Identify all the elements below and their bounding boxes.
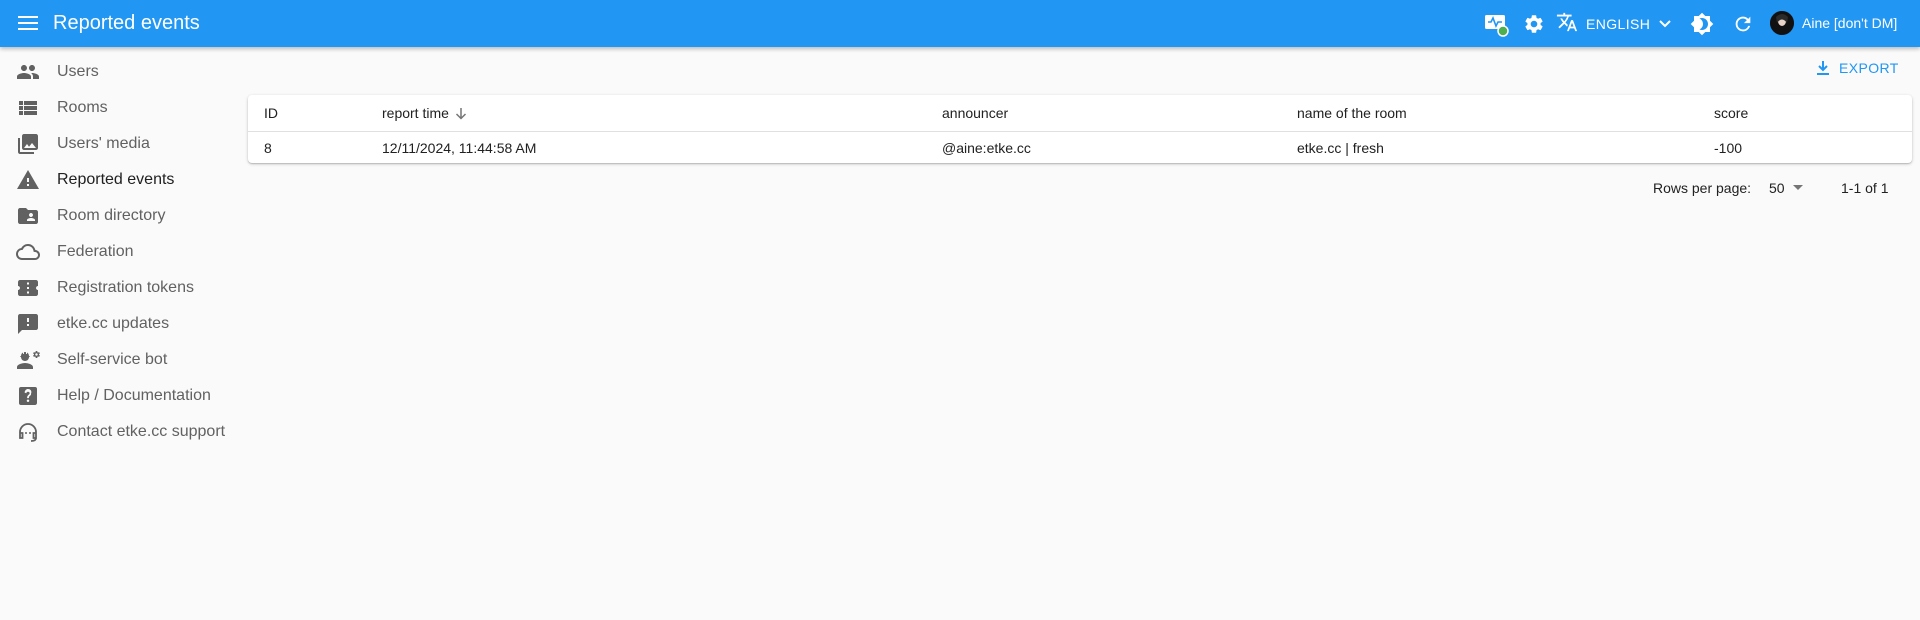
chevron-down-icon (1658, 19, 1672, 29)
sidebar-item-label: Contact etke.cc support (57, 423, 226, 440)
refresh-icon[interactable] (1730, 11, 1756, 37)
users-icon (14, 60, 42, 84)
theme-toggle-icon[interactable] (1689, 11, 1715, 37)
table-header-row: ID report time announcer name of the roo… (248, 95, 1912, 132)
sidebar-item-self-service-bot[interactable]: Self-service bot (0, 342, 240, 378)
rows-per-page-value: 50 (1769, 180, 1785, 196)
column-header-label: ID (264, 105, 278, 121)
sidebar-item-rooms[interactable]: Rooms (0, 90, 240, 126)
cell-announcer: @aine:etke.cc (942, 139, 1031, 156)
sidebar-item-help[interactable]: Help / Documentation (0, 378, 240, 414)
language-selector[interactable]: ENGLISH (1556, 12, 1672, 36)
column-header-score[interactable]: score (1714, 95, 1912, 132)
settings-icon[interactable] (1521, 11, 1547, 37)
reports-table: ID report time announcer name of the roo… (248, 95, 1912, 163)
sidebar-item-users[interactable]: Users (0, 54, 240, 90)
sidebar-item-label: Rooms (57, 99, 108, 116)
menu-icon[interactable] (14, 11, 42, 35)
sidebar-item-users-media[interactable]: Users' media (0, 126, 240, 162)
sort-arrow-down-icon (449, 107, 467, 120)
sidebar: Users Rooms Users' media Reported events… (0, 54, 240, 450)
translate-icon (1556, 11, 1578, 38)
user-name: Aine [don't DM] (1802, 15, 1898, 31)
cell-room-name: etke.cc | fresh (1297, 139, 1384, 156)
column-header-report-time[interactable]: report time (382, 95, 942, 132)
user-menu[interactable]: Aine [don't DM] (1770, 10, 1897, 36)
pagination-range: 1-1 of 1 (1841, 180, 1889, 196)
ticket-icon (14, 276, 42, 300)
app-bar: Reported events ENGLISH Aine [don't DM] (0, 0, 1920, 47)
list-icon (14, 96, 42, 120)
cloud-icon (14, 240, 42, 264)
cell-id: 8 (264, 139, 272, 156)
table-row[interactable]: 8 12/11/2024, 11:44:58 AM @aine:etke.cc … (248, 132, 1912, 164)
sidebar-item-label: Room directory (57, 207, 166, 224)
column-header-id[interactable]: ID (248, 95, 382, 132)
sidebar-item-federation[interactable]: Federation (0, 234, 240, 270)
sidebar-item-label: Help / Documentation (57, 387, 211, 404)
server-status-icon[interactable] (1483, 11, 1509, 37)
sidebar-item-etke-updates[interactable]: etke.cc updates (0, 306, 240, 342)
rows-per-page-label: Rows per page: (1653, 180, 1752, 196)
avatar (1770, 11, 1794, 35)
help-icon (14, 384, 42, 408)
sidebar-item-registration-tokens[interactable]: Registration tokens (0, 270, 240, 306)
column-header-label: name of the room (1297, 105, 1407, 121)
language-label: ENGLISH (1586, 16, 1651, 32)
page-title: Reported events (53, 12, 200, 34)
support-agent-icon (14, 420, 42, 444)
download-icon (1816, 60, 1839, 76)
photo-library-icon (14, 132, 42, 156)
sidebar-item-label: etke.cc updates (57, 315, 170, 332)
folder-shared-icon (14, 204, 42, 228)
cell-report-time: 12/11/2024, 11:44:58 AM (382, 139, 537, 156)
column-header-announcer[interactable]: announcer (942, 95, 1297, 132)
engineering-icon (14, 348, 42, 372)
sidebar-item-label: Users' media (57, 135, 150, 152)
feedback-icon (14, 312, 42, 336)
sidebar-item-label: Federation (57, 243, 134, 260)
export-label: EXPORT (1839, 60, 1899, 76)
sidebar-item-label: Users (57, 63, 99, 80)
sidebar-item-reported-events[interactable]: Reported events (0, 162, 240, 198)
sidebar-item-label: Self-service bot (57, 351, 168, 368)
column-header-label: score (1714, 105, 1749, 121)
rows-per-page-select[interactable]: 50 (1769, 180, 1803, 196)
sidebar-item-label: Registration tokens (57, 279, 194, 296)
cell-score: -100 (1714, 139, 1743, 156)
column-header-label: announcer (942, 105, 1009, 121)
sidebar-item-contact-support[interactable]: Contact etke.cc support (0, 414, 240, 450)
export-button[interactable]: EXPORT (1816, 60, 1899, 76)
sidebar-item-label: Reported events (57, 171, 175, 188)
dropdown-arrow-icon (1785, 185, 1803, 191)
warning-icon (14, 168, 42, 192)
sidebar-item-room-directory[interactable]: Room directory (0, 198, 240, 234)
column-header-label: report time (382, 105, 449, 121)
column-header-room-name[interactable]: name of the room (1297, 95, 1714, 132)
